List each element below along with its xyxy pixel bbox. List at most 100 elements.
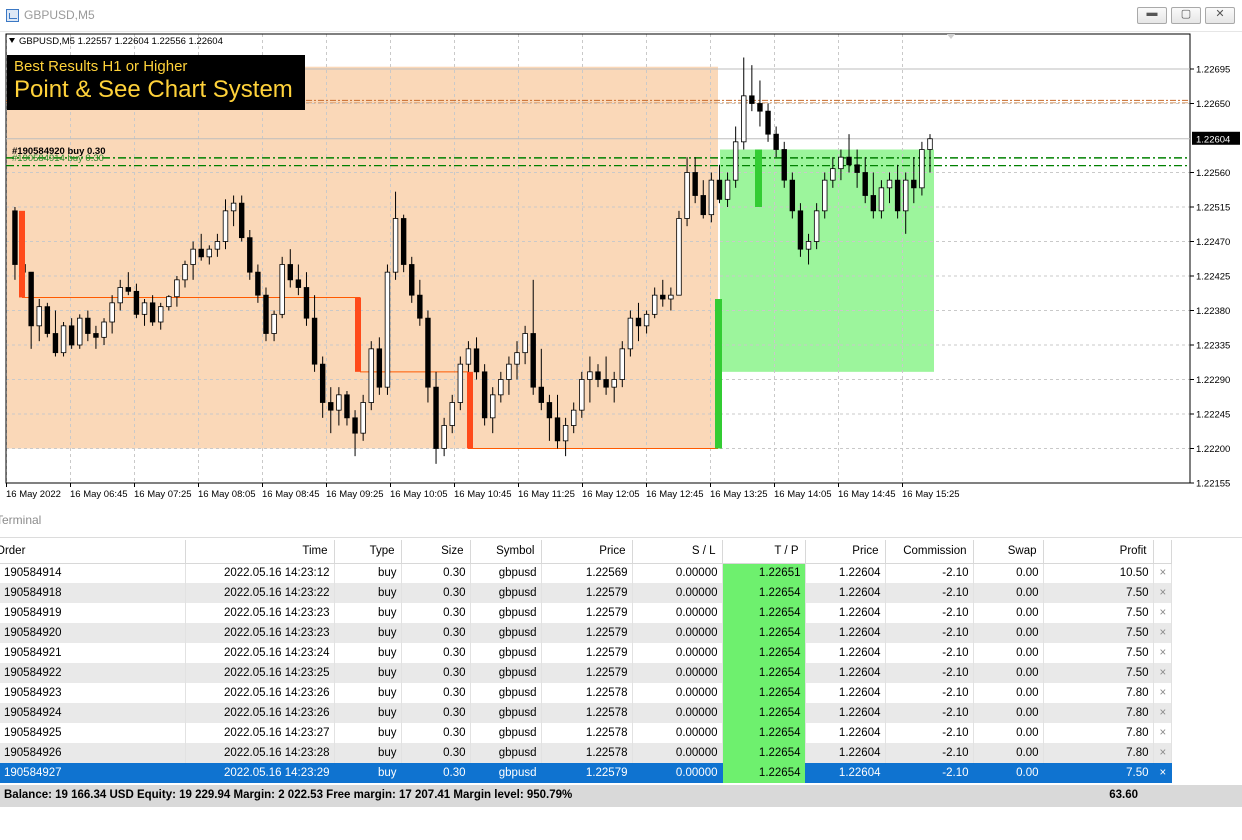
trade-row[interactable]: 190584926 2022.05.16 14:23:28 buy 0.30 gbpus… xyxy=(0,743,1172,763)
candle xyxy=(417,294,423,319)
column-header-2[interactable]: Type xyxy=(334,540,402,564)
trade-cell-4: gbpusd xyxy=(470,563,542,583)
minimize-button[interactable]: ▬ xyxy=(1137,7,1167,24)
sell-signal-bar xyxy=(19,210,25,298)
column-header-11[interactable]: Profit xyxy=(1043,540,1154,564)
candle xyxy=(125,287,132,292)
trade-row[interactable]: 190584923 2022.05.16 14:23:26 buy 0.30 gbpus… xyxy=(0,683,1172,703)
trade-cell-7: 1.22654 xyxy=(722,723,806,743)
candle xyxy=(190,248,196,265)
trade-cell-5: 1.22569 xyxy=(541,563,633,583)
close-button[interactable]: ✕ xyxy=(1205,7,1235,24)
close-position-icon[interactable]: × xyxy=(1153,643,1172,663)
close-position-icon[interactable]: × xyxy=(1153,763,1172,783)
candle xyxy=(287,264,293,281)
trade-cell-4: gbpusd xyxy=(470,723,542,743)
order-line-label-2[interactable]: #190584914 buy 0.30 xyxy=(12,153,104,164)
candle xyxy=(749,95,755,104)
chart-window-icon xyxy=(6,9,19,22)
time-axis-label: 16 May 08:45 xyxy=(262,489,320,500)
trade-cell-2: buy xyxy=(334,723,402,743)
trade-row[interactable]: 190584925 2022.05.16 14:23:27 buy 0.30 gbpus… xyxy=(0,723,1172,743)
close-position-icon[interactable]: × xyxy=(1153,623,1172,643)
candle xyxy=(846,156,852,166)
candle xyxy=(595,371,601,380)
trade-cell-7: 1.22654 xyxy=(722,703,806,723)
time-axis-label: 16 May 11:25 xyxy=(518,489,575,500)
close-position-icon[interactable]: × xyxy=(1153,683,1172,703)
candle xyxy=(562,425,569,442)
column-header-8[interactable]: Price xyxy=(805,540,886,564)
candle xyxy=(319,363,326,403)
trade-cell-9: -2.10 xyxy=(885,723,974,743)
trade-cell-8: 1.22604 xyxy=(805,643,886,663)
trade-row[interactable]: 190584927 2022.05.16 14:23:29 buy 0.30 gbpus… xyxy=(0,763,1172,783)
trade-cell-8: 1.22604 xyxy=(805,723,886,743)
trade-row[interactable]: 190584922 2022.05.16 14:23:25 buy 0.30 gbpus… xyxy=(0,663,1172,683)
close-position-icon[interactable]: × xyxy=(1153,603,1172,623)
price-axis-label: 1.22695 xyxy=(1196,65,1230,76)
trade-cell-8: 1.22604 xyxy=(805,583,886,603)
column-header-5[interactable]: Price xyxy=(541,540,633,564)
candle xyxy=(854,164,860,173)
candle xyxy=(214,241,221,250)
trade-row[interactable]: 190584921 2022.05.16 14:23:24 buy 0.30 gbpus… xyxy=(0,643,1172,663)
trade-cell-9: -2.10 xyxy=(885,703,974,723)
candle xyxy=(716,179,723,200)
trade-row[interactable]: 190584919 2022.05.16 14:23:23 buy 0.30 gbpus… xyxy=(0,603,1172,623)
column-header-3[interactable]: Size xyxy=(401,540,471,564)
trade-row[interactable]: 190584924 2022.05.16 14:23:26 buy 0.30 gbpus… xyxy=(0,703,1172,723)
column-header-9[interactable]: Commission xyxy=(885,540,974,564)
trade-cell-2: buy xyxy=(334,623,402,643)
candle xyxy=(587,371,593,380)
close-position-icon[interactable]: × xyxy=(1153,663,1172,683)
column-header-6[interactable]: S / L xyxy=(632,540,723,564)
candle xyxy=(927,138,933,150)
maximize-button[interactable]: ▢ xyxy=(1171,7,1201,24)
trade-cell-10: 0.00 xyxy=(973,623,1044,643)
candle xyxy=(676,218,682,296)
candle xyxy=(85,317,91,334)
candle xyxy=(870,195,877,212)
candle xyxy=(530,333,536,388)
column-header-0[interactable]: Order xyxy=(0,540,186,564)
trade-cell-4: gbpusd xyxy=(470,583,542,603)
close-position-icon[interactable]: × xyxy=(1153,743,1172,763)
trade-cell-5: 1.22579 xyxy=(541,583,633,603)
trade-cell-11: 7.50 xyxy=(1043,603,1154,623)
trade-cell-2: buy xyxy=(334,583,402,603)
column-header-7[interactable]: T / P xyxy=(722,540,806,564)
trade-cell-4: gbpusd xyxy=(470,703,542,723)
account-summary: Balance: 19 166.34 USD Equity: 19 229.94… xyxy=(4,789,573,801)
trade-cell-10: 0.00 xyxy=(973,663,1044,683)
trade-cell-1: 2022.05.16 14:23:27 xyxy=(185,723,335,743)
time-axis-label: 16 May 13:25 xyxy=(710,489,768,500)
candle xyxy=(538,386,545,403)
candle xyxy=(271,313,277,334)
close-position-icon[interactable]: × xyxy=(1153,723,1172,743)
trade-cell-11: 7.80 xyxy=(1043,723,1154,743)
candle xyxy=(311,317,318,365)
candle xyxy=(684,172,690,219)
trade-cell-0: 190584924 xyxy=(0,703,186,723)
candle xyxy=(182,264,188,281)
column-header-1[interactable]: Time xyxy=(185,540,335,564)
candle xyxy=(773,133,779,150)
trade-row[interactable]: 190584914 2022.05.16 14:23:12 buy 0.30 gbpus… xyxy=(0,563,1172,583)
trade-row[interactable]: 190584918 2022.05.16 14:23:22 buy 0.30 gbpus… xyxy=(0,583,1172,603)
candle xyxy=(392,218,399,273)
trade-row[interactable]: 190584920 2022.05.16 14:23:23 buy 0.30 gbpus… xyxy=(0,623,1172,643)
column-header-4[interactable]: Symbol xyxy=(470,540,542,564)
price-chart[interactable]: 1.22695 1.22650 1.22604 1.22560 1.22515 1.224… xyxy=(0,32,1242,502)
chart-dropdown-icon[interactable] xyxy=(9,38,15,43)
trade-cell-10: 0.00 xyxy=(973,563,1044,583)
trade-cell-1: 2022.05.16 14:23:22 xyxy=(185,583,335,603)
close-position-icon[interactable]: × xyxy=(1153,563,1172,583)
column-header-10[interactable]: Swap xyxy=(973,540,1044,564)
close-position-icon[interactable]: × xyxy=(1153,583,1172,603)
trade-cell-5: 1.22578 xyxy=(541,743,633,763)
close-position-icon[interactable]: × xyxy=(1153,703,1172,723)
trade-cell-1: 2022.05.16 14:23:12 xyxy=(185,563,335,583)
terminal-tab[interactable]: Terminal xyxy=(0,502,1242,538)
trade-cell-9: -2.10 xyxy=(885,763,974,783)
